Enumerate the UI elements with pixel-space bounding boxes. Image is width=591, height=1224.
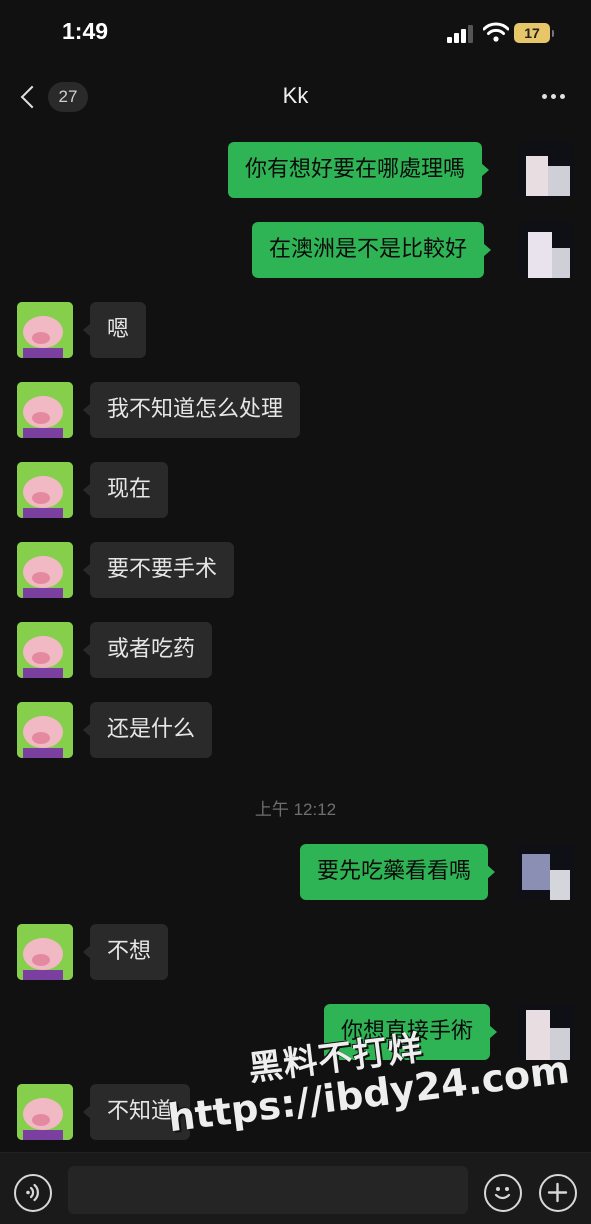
more-functions-button[interactable] [539, 1174, 577, 1212]
voice-button[interactable] [14, 1174, 52, 1212]
avatar-contact[interactable] [17, 542, 73, 598]
plus-icon [547, 1182, 568, 1203]
avatar-contact[interactable] [17, 924, 73, 980]
status-time: 1:49 [62, 18, 109, 44]
message-bubble-incoming[interactable]: 不想 [82, 924, 169, 980]
battery-indicator: 17 [514, 23, 554, 43]
message-input-bar [0, 1152, 591, 1224]
emoji-button[interactable] [484, 1174, 522, 1212]
avatar-self[interactable] [518, 142, 574, 198]
avatar-self[interactable] [518, 222, 574, 278]
avatar-contact[interactable] [17, 462, 73, 518]
avatar-self[interactable] [518, 844, 574, 900]
avatar-contact[interactable] [17, 1084, 73, 1140]
message-bubble-incoming[interactable]: 我不知道怎么处理 [82, 382, 301, 438]
message-bubble-incoming[interactable]: 或者吃药 [82, 622, 213, 678]
message-bubble-incoming[interactable]: 还是什么 [82, 702, 213, 758]
wifi-icon [483, 22, 509, 42]
message-bubble-incoming[interactable]: 嗯 [82, 302, 147, 358]
cellular-signal-icon [447, 25, 473, 43]
message-timestamp: 上午 12:12 [254, 800, 337, 819]
avatar-contact[interactable] [17, 622, 73, 678]
message-bubble-outgoing[interactable]: 你有想好要在哪處理嗎 [228, 142, 490, 198]
chat-title: Kk [282, 83, 309, 108]
message-bubble-outgoing[interactable]: 在澳洲是不是比較好 [252, 222, 492, 278]
status-bar: 1:49 17 [0, 0, 591, 68]
avatar-contact[interactable] [17, 702, 73, 758]
message-bubble-incoming[interactable]: 现在 [82, 462, 169, 518]
message-bubble-outgoing[interactable]: 要先吃藥看看嗎 [300, 844, 496, 900]
more-options-button[interactable] [542, 94, 565, 99]
avatar-contact[interactable] [17, 302, 73, 358]
message-input[interactable] [68, 1166, 468, 1214]
voice-icon [26, 1183, 39, 1202]
emoji-icon [494, 1187, 511, 1200]
chat-header: 27 Kk [0, 68, 591, 126]
ellipsis-icon [542, 94, 547, 99]
avatar-contact[interactable] [17, 382, 73, 438]
message-bubble-incoming[interactable]: 要不要手术 [82, 542, 235, 598]
